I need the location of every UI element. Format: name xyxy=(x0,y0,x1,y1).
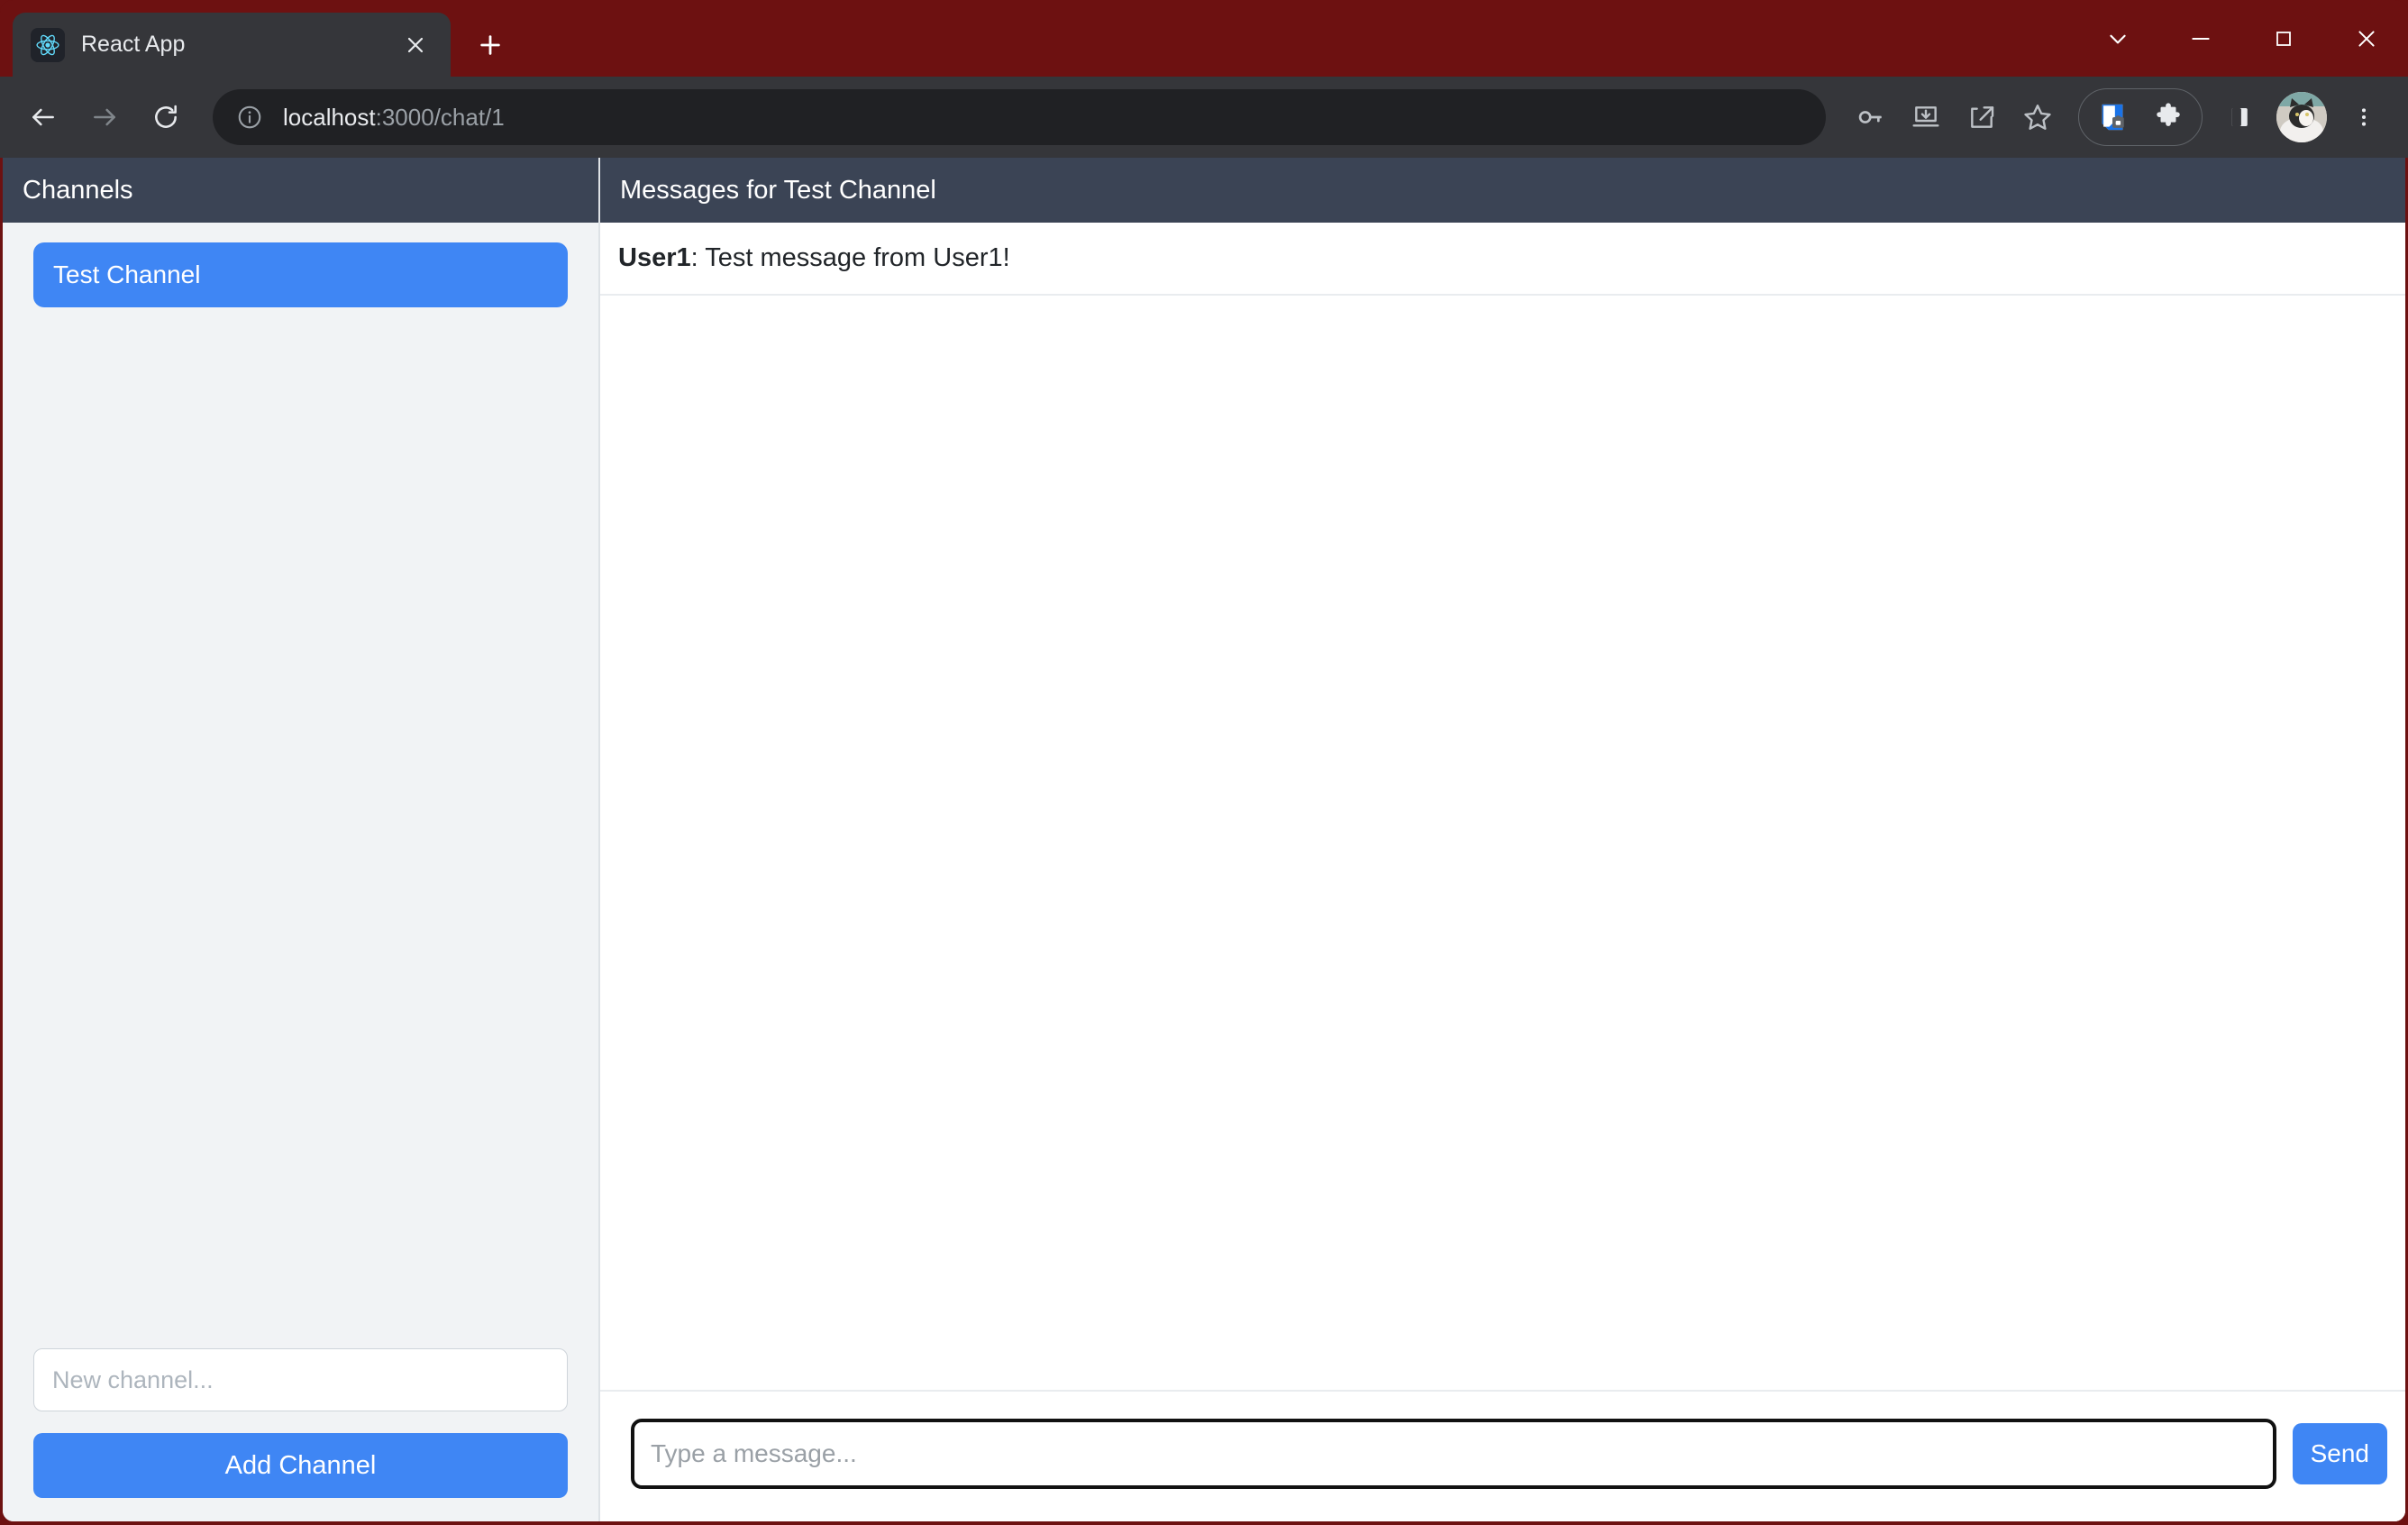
address-bar[interactable]: localhost:3000/chat/1 xyxy=(213,89,1826,145)
send-button[interactable]: Send xyxy=(2292,1423,2387,1484)
bookmark-star-icon[interactable] xyxy=(2010,89,2066,145)
back-arrow-icon[interactable] xyxy=(16,90,70,144)
message-text: Test message from User1! xyxy=(705,243,1010,272)
tab-strip: React App xyxy=(0,0,2408,77)
message-separator: : xyxy=(690,243,706,272)
channels-header: Channels xyxy=(3,158,598,223)
sidebar-footer: Add Channel xyxy=(3,1348,598,1521)
address-bar-url: localhost:3000/chat/1 xyxy=(283,104,505,132)
new-channel-input[interactable] xyxy=(33,1348,568,1411)
browser-window: React App localhost:3000/chat/1 Channels… xyxy=(0,0,2408,1525)
reload-icon[interactable] xyxy=(139,90,193,144)
maximize-icon[interactable] xyxy=(2242,0,2325,77)
page-viewport: Channels Test Channel Add Channel Messag… xyxy=(3,158,2405,1521)
toolbar-actions xyxy=(1842,88,2392,146)
channel-name: Test Channel xyxy=(53,260,201,288)
more-menu-icon[interactable] xyxy=(2336,89,2392,145)
browser-tab-react-app[interactable]: React App xyxy=(13,13,451,77)
chat-header: Messages for Test Channel xyxy=(600,158,2405,223)
message-list: User1: Test message from User1! xyxy=(600,223,2405,1390)
share-icon[interactable] xyxy=(1954,89,2010,145)
tab-title: React App xyxy=(81,32,186,57)
url-path: :3000/chat/1 xyxy=(375,103,505,131)
new-tab-button[interactable] xyxy=(469,23,512,67)
browser-toolbar: localhost:3000/chat/1 xyxy=(0,77,2408,158)
forward-arrow-icon[interactable] xyxy=(78,90,132,144)
window-close-icon[interactable] xyxy=(2325,0,2408,77)
info-circle-icon[interactable] xyxy=(236,104,263,131)
pinned-extensions xyxy=(2078,88,2203,146)
react-logo-icon xyxy=(31,27,65,62)
password-manager-extension-icon[interactable] xyxy=(2084,89,2140,145)
chat-panel: Messages for Test Channel User1: Test me… xyxy=(600,158,2405,1521)
side-panel-icon[interactable] xyxy=(2212,89,2267,145)
message-input[interactable] xyxy=(631,1419,2276,1489)
install-download-icon[interactable] xyxy=(1898,89,1954,145)
add-channel-button[interactable]: Add Channel xyxy=(33,1433,568,1498)
extensions-puzzle-icon[interactable] xyxy=(2140,89,2196,145)
message-author: User1 xyxy=(618,243,691,272)
tab-search-chevron-down-icon[interactable] xyxy=(2076,0,2159,77)
message-composer: Send xyxy=(600,1390,2405,1521)
tab-close-icon[interactable] xyxy=(397,26,434,64)
channel-list: Test Channel xyxy=(3,223,598,1348)
channel-list-item-test-channel[interactable]: Test Channel xyxy=(33,242,568,307)
channels-sidebar: Channels Test Channel Add Channel xyxy=(3,158,600,1521)
url-host: localhost xyxy=(283,103,376,131)
window-controls xyxy=(2076,0,2408,77)
message-item: User1: Test message from User1! xyxy=(600,223,2405,296)
minimize-icon[interactable] xyxy=(2159,0,2242,77)
password-key-icon[interactable] xyxy=(1842,89,1898,145)
profile-avatar[interactable] xyxy=(2276,92,2327,142)
